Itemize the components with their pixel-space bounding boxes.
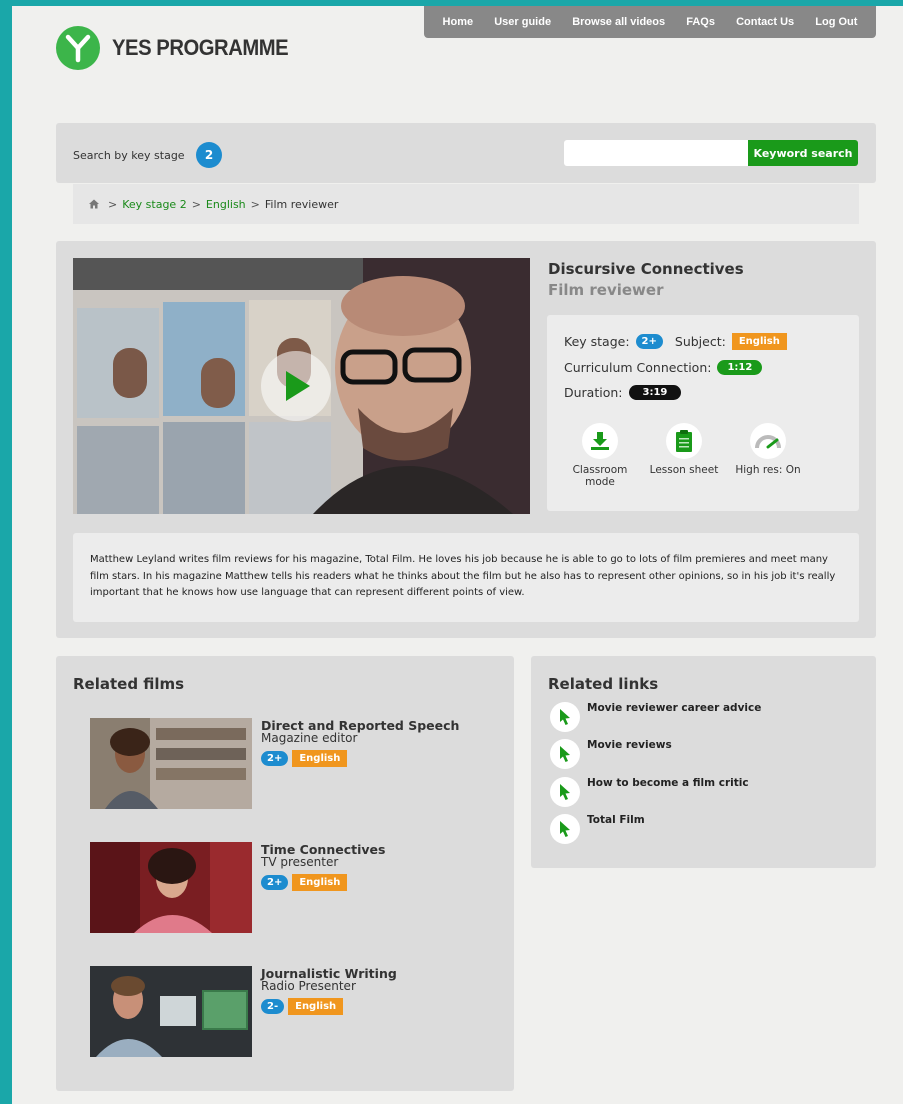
breadcrumb-separator: > bbox=[250, 197, 260, 211]
yes-logo-icon bbox=[56, 26, 100, 70]
high-res-label: High res: On bbox=[735, 464, 801, 476]
related-link-item[interactable]: Movie reviews bbox=[550, 739, 870, 771]
film-stage-badge: 2+ bbox=[261, 875, 289, 890]
lesson-sheet-button[interactable]: Lesson sheet bbox=[644, 423, 724, 476]
play-icon bbox=[286, 371, 310, 401]
film-thumbnail[interactable] bbox=[90, 966, 252, 1057]
speedometer-icon bbox=[750, 423, 786, 459]
film-thumbnail[interactable] bbox=[90, 842, 252, 933]
classroom-mode-label: Classroom mode bbox=[572, 464, 628, 488]
nav-log-out[interactable]: Log Out bbox=[815, 16, 857, 28]
related-link-text[interactable]: Movie reviewer career advice bbox=[587, 702, 761, 714]
film-tags: 2+ English bbox=[261, 874, 348, 891]
cursor-arrow-icon bbox=[550, 702, 580, 732]
related-link-item[interactable]: Movie reviewer career advice bbox=[550, 702, 870, 734]
top-nav: Home User guide Browse all videos FAQs C… bbox=[424, 6, 876, 38]
film-subject-badge: English bbox=[288, 998, 344, 1015]
film-role: TV presenter bbox=[261, 855, 339, 869]
download-icon bbox=[582, 423, 618, 459]
logo[interactable]: YES PROGRAMME bbox=[56, 26, 304, 70]
key-stage-selector[interactable]: 2 bbox=[196, 142, 222, 168]
film-tags: 2- English bbox=[261, 998, 344, 1015]
related-films-title: Related films bbox=[73, 675, 185, 693]
related-links-title: Related links bbox=[548, 675, 659, 693]
film-subject-badge: English bbox=[292, 874, 348, 891]
home-icon[interactable] bbox=[89, 199, 99, 209]
related-films-panel: Related films Direct and Reported Speech… bbox=[56, 656, 514, 1091]
duration-label: Duration: bbox=[564, 385, 623, 400]
key-stage-label: Key stage: bbox=[564, 334, 630, 349]
play-button[interactable] bbox=[261, 351, 331, 421]
related-link-text[interactable]: Total Film bbox=[587, 814, 645, 826]
key-stage-search-label: Search by key stage bbox=[73, 149, 185, 162]
breadcrumb-separator: > bbox=[108, 197, 118, 211]
clipboard-icon bbox=[666, 423, 702, 459]
related-film-item[interactable]: Time Connectives TV presenter 2+ English bbox=[90, 842, 510, 934]
key-stage-row: Key stage: 2+ Subject: English bbox=[564, 333, 787, 350]
nav-contact-us[interactable]: Contact Us bbox=[736, 16, 794, 28]
breadcrumb-current: Film reviewer bbox=[264, 197, 339, 211]
breadcrumb-key-stage[interactable]: Key stage 2 bbox=[122, 198, 186, 211]
related-link-item[interactable]: How to become a film critic bbox=[550, 777, 870, 809]
keyword-search-input[interactable] bbox=[564, 140, 748, 166]
cursor-arrow-icon bbox=[550, 777, 580, 807]
subject-badge: English bbox=[731, 333, 787, 350]
keyword-search-button[interactable]: Keyword search bbox=[748, 140, 858, 166]
film-tags: 2+ English bbox=[261, 750, 348, 767]
film-stage-badge: 2- bbox=[261, 999, 285, 1014]
video-panel: Discursive Connectives Film reviewer Key… bbox=[56, 241, 876, 638]
nav-faqs[interactable]: FAQs bbox=[686, 16, 715, 28]
duration-row: Duration: 3:19 bbox=[564, 385, 682, 400]
logo-text: YES PROGRAMME bbox=[112, 35, 289, 60]
related-film-item[interactable]: Journalistic Writing Radio Presenter 2- … bbox=[90, 966, 510, 1058]
breadcrumb-subject[interactable]: English bbox=[206, 198, 246, 211]
film-role: Radio Presenter bbox=[261, 979, 356, 993]
curriculum-badge[interactable]: 1:12 bbox=[717, 360, 763, 375]
film-thumbnail[interactable] bbox=[90, 718, 252, 809]
nav-browse-videos[interactable]: Browse all videos bbox=[572, 16, 665, 28]
breadcrumb: > Key stage 2 > English > Film reviewer bbox=[73, 184, 859, 224]
video-description: Matthew Leyland writes film reviews for … bbox=[73, 533, 859, 622]
video-player[interactable] bbox=[73, 258, 530, 514]
classroom-mode-button[interactable]: Classroom mode bbox=[560, 423, 640, 488]
lesson-sheet-label: Lesson sheet bbox=[649, 464, 719, 476]
high-res-toggle[interactable]: High res: On bbox=[728, 423, 808, 476]
related-links-panel: Related links Movie reviewer career advi… bbox=[531, 656, 876, 868]
related-film-item[interactable]: Direct and Reported Speech Magazine edit… bbox=[90, 718, 510, 810]
film-subject-badge: English bbox=[292, 750, 348, 767]
nav-user-guide[interactable]: User guide bbox=[494, 16, 551, 28]
page: Home User guide Browse all videos FAQs C… bbox=[12, 6, 903, 1104]
cursor-arrow-icon bbox=[550, 739, 580, 769]
subject-label: Subject: bbox=[674, 334, 726, 349]
search-bar: Search by key stage 2 Keyword search bbox=[56, 123, 876, 183]
breadcrumb-separator: > bbox=[191, 197, 201, 211]
cursor-arrow-icon bbox=[550, 814, 580, 844]
curriculum-row: Curriculum Connection: 1:12 bbox=[564, 360, 763, 375]
film-role: Magazine editor bbox=[261, 731, 358, 745]
video-title: Discursive Connectives bbox=[548, 260, 744, 278]
related-link-item[interactable]: Total Film bbox=[550, 814, 870, 846]
curriculum-label: Curriculum Connection: bbox=[564, 360, 712, 375]
related-link-text[interactable]: How to become a film critic bbox=[587, 777, 749, 789]
duration-badge: 3:19 bbox=[628, 385, 682, 400]
key-stage-badge: 2+ bbox=[635, 334, 663, 349]
related-link-text[interactable]: Movie reviews bbox=[587, 739, 672, 751]
film-stage-badge: 2+ bbox=[261, 751, 289, 766]
nav-home[interactable]: Home bbox=[443, 16, 474, 28]
video-subtitle: Film reviewer bbox=[548, 281, 664, 299]
video-info-box: Key stage: 2+ Subject: English Curriculu… bbox=[547, 315, 859, 511]
